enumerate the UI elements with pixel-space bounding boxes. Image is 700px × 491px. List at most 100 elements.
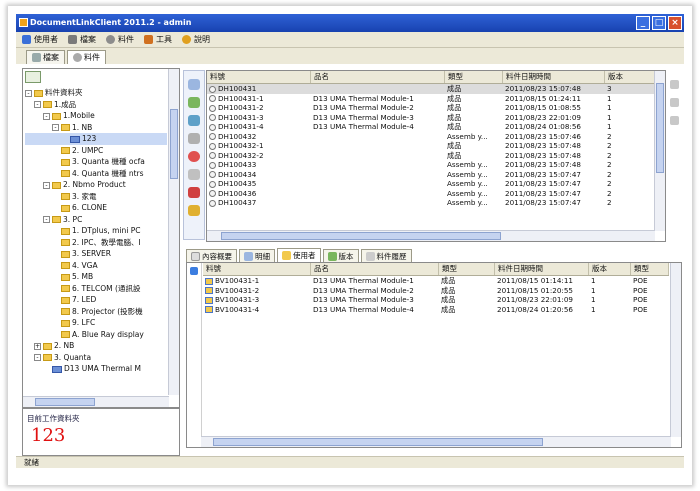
collapse-icon[interactable]: - (34, 354, 41, 361)
tab-history[interactable]: 料件履歷 (360, 249, 412, 262)
minimize-button[interactable]: _ (636, 16, 650, 30)
tree-node[interactable]: 2. UMPC (25, 145, 167, 157)
tree-node[interactable]: 3. 家電 (25, 191, 167, 203)
table-row[interactable]: DH100431-2 D13 UMA Thermal Module-2 成品 2011… (207, 103, 657, 113)
tree-node[interactable]: 123 (25, 133, 167, 145)
collapse-icon[interactable]: - (25, 89, 32, 97)
parts-scroll-thumb[interactable] (656, 83, 664, 173)
tree-node[interactable]: 2. IPC、教學電腦、I (25, 237, 167, 249)
tree-node[interactable]: 6. TELCOM (通訊設 (25, 283, 167, 295)
detail-horizontal-scrollbar[interactable] (201, 436, 671, 447)
tree-node[interactable]: - 1.成品 (25, 99, 167, 111)
tree-node[interactable]: +2. NB (25, 340, 167, 352)
tree-node[interactable]: D13 UMA Thermal M (25, 363, 167, 375)
detail-column-name[interactable]: 品名 (311, 263, 439, 275)
detail-hscroll-thumb[interactable] (213, 438, 543, 446)
detail-column-part-no[interactable]: 料號 (203, 263, 311, 275)
collapse-icon[interactable]: - (52, 124, 59, 131)
table-row[interactable]: DH100435 Assemb y... 2011/08/23 15:07:47 2 (207, 179, 657, 189)
tree-node[interactable]: 6. CLONE (25, 202, 167, 214)
collapse-icon[interactable]: - (43, 216, 50, 223)
table-row[interactable]: DH100433 Assemb y... 2011/08/23 15:07:48 2 (207, 160, 657, 170)
parts-horizontal-scrollbar[interactable] (207, 230, 655, 241)
preview-icon[interactable] (670, 98, 679, 107)
tree-node[interactable]: 4. VGA (25, 260, 167, 272)
tree-node[interactable]: - 料件資料夾 (25, 87, 167, 99)
tree-node[interactable]: 3. SERVER (25, 248, 167, 260)
detail-tool-icon[interactable] (190, 267, 198, 275)
tree-horizontal-scrollbar[interactable] (23, 396, 169, 407)
tree-vertical-scrollbar[interactable] (168, 69, 179, 395)
tree-node[interactable]: 7. LED (25, 294, 167, 306)
column-header-datetime[interactable]: 料件日期時間 (503, 71, 605, 83)
tree-node[interactable]: - 1.Mobile (25, 110, 167, 122)
edit-icon[interactable] (188, 115, 200, 126)
detail-column-category[interactable]: 類型 (631, 263, 669, 275)
tree-hscroll-thumb[interactable] (35, 398, 95, 406)
column-header-type[interactable]: 類型 (445, 71, 503, 83)
table-row[interactable]: DH100431-3 D13 UMA Thermal Module-3 成品 2011… (207, 113, 657, 123)
parts-hscroll-thumb[interactable] (221, 232, 501, 240)
copy-icon[interactable] (188, 133, 200, 144)
menu-user[interactable]: 使用者 (22, 34, 58, 45)
menu-tools[interactable]: 工具 (144, 34, 172, 45)
search-icon[interactable] (188, 79, 200, 90)
menu-part[interactable]: 料件 (106, 34, 134, 45)
detail-table-row[interactable]: BV100431-1 D13 UMA Thermal Module-1 成品 2011… (203, 276, 669, 286)
tab-detail[interactable]: 明細 (239, 249, 275, 262)
tree-node[interactable]: - 3. PC (25, 214, 167, 226)
collapse-icon[interactable]: - (43, 112, 50, 120)
tree-structure-icon[interactable] (188, 187, 200, 198)
detail-table-row[interactable]: BV100431-2 D13 UMA Thermal Module-2 成品 2011… (203, 286, 669, 296)
tab-files[interactable]: 檔案 (26, 50, 65, 64)
delete-icon[interactable] (188, 151, 200, 162)
tree-refresh-button[interactable] (25, 71, 41, 83)
properties-icon[interactable] (670, 116, 679, 125)
tree-node[interactable]: - 2. Nbmo Product (25, 179, 167, 191)
close-button[interactable]: × (668, 16, 682, 30)
export-icon[interactable] (188, 205, 200, 216)
tree-node[interactable]: A. Blue Ray display (25, 329, 167, 341)
parts-vertical-scrollbar[interactable] (654, 71, 665, 231)
table-row[interactable]: DH100431 成品 2011/08/23 15:07:48 3 (207, 84, 657, 94)
detail-column-datetime[interactable]: 料件日期時間 (495, 263, 589, 275)
tree-node[interactable]: 1. DTplus, mini PC (25, 225, 167, 237)
tree-node[interactable]: - 3. Quanta (25, 352, 167, 364)
detail-table-row[interactable]: BV100431-3 D13 UMA Thermal Module-3 成品 2011… (203, 295, 669, 305)
tab-summary[interactable]: 內容概要 (186, 249, 237, 262)
tree-node[interactable]: 5. MB (25, 271, 167, 283)
detail-table-row[interactable]: BV100431-4 D13 UMA Thermal Module-4 成品 2011… (203, 305, 669, 315)
print-icon[interactable] (670, 80, 679, 89)
table-row[interactable]: DH100431-4 D13 UMA Thermal Module-4 成品 2011… (207, 122, 657, 132)
table-row[interactable]: DH100432-2 成品 2011/08/23 15:07:48 2 (207, 151, 657, 161)
tab-version[interactable]: 版本 (322, 249, 359, 262)
collapse-icon[interactable]: - (43, 181, 50, 189)
add-icon[interactable] (188, 97, 200, 108)
table-row[interactable]: DH100431-1 D13 UMA Thermal Module-1 成品 2011… (207, 94, 657, 104)
column-header-version[interactable]: 版本 (605, 71, 657, 83)
table-row[interactable]: DH100432 Assemb y... 2011/08/23 15:07:46 2 (207, 132, 657, 142)
column-header-name[interactable]: 品名 (311, 71, 445, 83)
tree-scroll-thumb[interactable] (170, 109, 178, 179)
tree-node[interactable]: 4. Quanta 機種 ntrs (25, 168, 167, 180)
expand-icon[interactable]: + (34, 342, 41, 350)
tree-node[interactable]: 3. Quanta 機種 ocfa (25, 156, 167, 168)
column-header-part-no[interactable]: 料號 (207, 71, 311, 83)
menu-file[interactable]: 檔案 (68, 34, 96, 45)
maximize-button[interactable]: □ (652, 16, 666, 30)
tree-node[interactable]: 8. Projector (投影機 (25, 306, 167, 318)
table-row[interactable]: DH100436 Assemb y... 2011/08/23 15:07:47 2 (207, 189, 657, 199)
tree-node[interactable]: - 1. NB (25, 122, 167, 134)
link-icon[interactable] (188, 169, 200, 180)
detail-column-version[interactable]: 版本 (589, 263, 631, 275)
detail-vertical-scrollbar[interactable] (670, 263, 681, 437)
table-row[interactable]: DH100437 Assemb y... 2011/08/23 15:07:47 2 (207, 198, 657, 208)
table-row[interactable]: DH100434 Assemb y... 2011/08/23 15:07:47 2 (207, 170, 657, 180)
tree-node[interactable]: 9. LFC (25, 317, 167, 329)
table-row[interactable]: DH100432-1 成品 2011/08/23 15:07:48 2 (207, 141, 657, 151)
tab-users[interactable]: 使用者 (277, 248, 321, 262)
detail-column-type[interactable]: 類型 (439, 263, 495, 275)
menu-help[interactable]: 說明 (182, 34, 210, 45)
tab-parts[interactable]: 料件 (67, 50, 106, 64)
collapse-icon[interactable]: - (34, 101, 41, 108)
